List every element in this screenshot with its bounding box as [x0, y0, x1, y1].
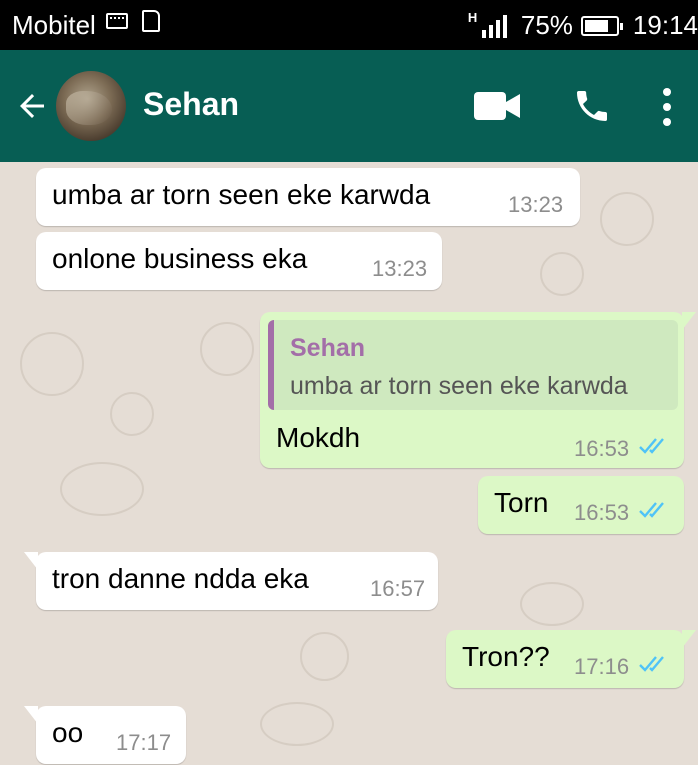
- status-bar: Mobitel H 75% 19:14: [0, 0, 698, 50]
- message-time: 16:57: [370, 576, 426, 601]
- avatar[interactable]: [56, 71, 126, 141]
- notification-icons: [106, 10, 160, 32]
- message-text: Mokdh: [276, 422, 361, 453]
- message-text: tron danne ndda eka: [52, 563, 309, 594]
- message-time: 13:23: [372, 256, 428, 281]
- chat-header: Sehan: [0, 50, 698, 162]
- more-vert-icon[interactable]: [660, 86, 674, 128]
- quote-text: umba ar torn seen eke karwda: [290, 372, 628, 400]
- back-arrow-icon[interactable]: [14, 88, 50, 124]
- read-receipt-icon: [639, 438, 664, 454]
- sim-card-icon: [142, 10, 160, 32]
- bubble-tail: [24, 552, 38, 570]
- message-bubble-incoming[interactable]: umba ar torn seen eke karwda 13:23: [36, 168, 580, 226]
- clock: 19:14: [632, 10, 698, 40]
- signal-icon: H: [468, 10, 507, 38]
- message-bubble-incoming[interactable]: tron danne ndda eka 16:57: [24, 552, 438, 610]
- read-receipt-icon: [639, 656, 664, 672]
- bubble-tail: [682, 312, 696, 330]
- message-bubble-incoming[interactable]: oo 17:17: [24, 706, 186, 764]
- message-text: Torn: [494, 487, 549, 518]
- message-text: onlone business eka: [52, 243, 308, 274]
- battery-fill: [584, 19, 608, 32]
- message-time: 17:16: [574, 654, 630, 679]
- message-bubble-outgoing[interactable]: Sehan umba ar torn seen eke karwda Mokdh…: [260, 312, 696, 468]
- quote-author: Sehan: [290, 334, 366, 362]
- message-time: 16:53: [574, 500, 630, 525]
- phone-icon[interactable]: [572, 86, 612, 126]
- bubble-tail: [682, 630, 696, 648]
- message-text: Tron??: [462, 641, 550, 672]
- video-call-icon[interactable]: [474, 92, 520, 120]
- keyboard-icon: [106, 13, 128, 29]
- message-time: 13:23: [508, 192, 564, 217]
- contact-name[interactable]: Sehan: [143, 86, 239, 123]
- carrier-name: Mobitel: [12, 10, 96, 40]
- battery-percent: 75%: [520, 10, 573, 40]
- message-time: 17:17: [116, 730, 172, 755]
- status-indicators: H 75% 19:14: [468, 10, 698, 41]
- bubble-tail: [24, 706, 38, 724]
- message-time: 16:53: [574, 436, 630, 461]
- message-text: oo: [52, 717, 84, 748]
- quoted-message[interactable]: Sehan umba ar torn seen eke karwda: [268, 320, 678, 410]
- message-bubble-outgoing[interactable]: Torn 16:53: [478, 476, 684, 534]
- read-receipt-icon: [639, 502, 664, 518]
- message-text: umba ar torn seen eke karwda: [52, 179, 431, 210]
- network-type: H: [467, 9, 478, 25]
- message-bubble-incoming[interactable]: onlone business eka 13:23: [36, 232, 442, 290]
- message-bubble-outgoing[interactable]: Tron?? 17:16: [446, 630, 696, 688]
- battery-icon: [580, 15, 623, 36]
